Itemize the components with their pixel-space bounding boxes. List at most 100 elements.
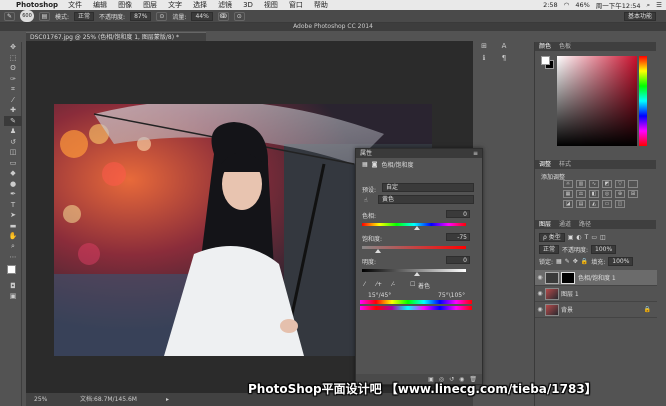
exposure-icon[interactable]: ◩: [602, 180, 612, 188]
mode-select[interactable]: 正常: [74, 11, 95, 21]
hue-knob[interactable]: [414, 226, 420, 230]
brush-presets-icon[interactable]: ℹ: [479, 54, 489, 63]
gradient-map-icon[interactable]: ▭: [602, 200, 612, 208]
saturation-knob[interactable]: [375, 249, 381, 253]
menu-edit[interactable]: 编辑: [93, 0, 107, 10]
quick-mask-icon[interactable]: ◘: [4, 281, 22, 292]
visibility-eye-icon[interactable]: ◉: [535, 306, 545, 313]
history-icon[interactable]: ⊞: [479, 42, 489, 51]
selective-color-icon[interactable]: ◫: [615, 200, 625, 208]
path-select-tool-icon[interactable]: ➤: [4, 210, 22, 221]
posterize-icon[interactable]: ▤: [576, 200, 586, 208]
menu-window[interactable]: 窗口: [289, 0, 303, 10]
tab-swatches[interactable]: 色板: [559, 42, 571, 51]
screen-mode-icon[interactable]: ▣: [4, 291, 22, 302]
visibility-eye-icon[interactable]: ◉: [535, 274, 545, 281]
lightness-knob[interactable]: [414, 272, 420, 276]
paragraph-icon[interactable]: ¶: [499, 54, 509, 63]
tab-channels[interactable]: 通道: [559, 220, 571, 229]
bw-icon[interactable]: ◧: [589, 190, 599, 198]
saturation-field[interactable]: -75: [446, 233, 470, 241]
layer-opacity-field[interactable]: 100%: [591, 244, 617, 254]
menu-type[interactable]: 文字: [168, 0, 182, 10]
blur-tool-icon[interactable]: ◆: [4, 168, 22, 179]
tab-color[interactable]: 颜色: [539, 42, 551, 51]
brightness-icon[interactable]: ☼: [563, 180, 573, 188]
lightness-field[interactable]: 0: [446, 256, 470, 264]
properties-header[interactable]: 属性 ≡: [356, 149, 482, 158]
document-tab[interactable]: DSC01767.jpg @ 25% (色相/饱和度 1, 图层蒙版/8) *: [26, 32, 206, 41]
hand-tool-icon[interactable]: ✋: [4, 231, 22, 242]
tab-adjustments[interactable]: 调整: [539, 160, 551, 169]
menu-help[interactable]: 帮助: [314, 0, 328, 10]
color-swatches[interactable]: [4, 263, 21, 281]
opacity-field[interactable]: 87%: [130, 11, 152, 21]
lock-pixels-icon[interactable]: ✎: [565, 258, 570, 265]
history-brush-icon[interactable]: ↺: [4, 137, 22, 148]
vibrance-icon[interactable]: ▽: [615, 180, 625, 188]
invert-icon[interactable]: ◪: [563, 200, 573, 208]
color-fg-swatch[interactable]: [541, 56, 550, 65]
pressure-opacity-icon[interactable]: ⊙: [156, 11, 168, 21]
threshold-icon[interactable]: ◭: [589, 200, 599, 208]
hue-slider[interactable]: [639, 56, 647, 146]
curves-icon[interactable]: ∿: [589, 180, 599, 188]
filter-adjust-icon[interactable]: ◐: [576, 234, 581, 241]
search-icon[interactable]: ⌕: [647, 1, 651, 10]
stamp-tool-icon[interactable]: ♟: [4, 126, 22, 137]
clock[interactable]: 周一下午12:54: [596, 0, 641, 10]
color-picker-field[interactable]: [557, 56, 637, 146]
levels-icon[interactable]: ▥: [576, 180, 586, 188]
status-arrow-icon[interactable]: ▸: [166, 393, 169, 406]
eraser-tool-icon[interactable]: ◫: [4, 147, 22, 158]
layer-row[interactable]: ◉ 色相/饱和度 1: [535, 270, 657, 286]
flow-field[interactable]: 44%: [191, 11, 213, 21]
tab-styles[interactable]: 样式: [559, 160, 571, 169]
move-tool-icon[interactable]: ✥: [4, 42, 22, 53]
type-tool-icon[interactable]: T: [4, 200, 22, 211]
filter-type-icon[interactable]: T: [585, 234, 589, 241]
brush-tool-icon[interactable]: ✎: [4, 115, 22, 126]
visibility-eye-icon[interactable]: ◉: [535, 290, 545, 297]
brush-size-preset[interactable]: 600: [20, 10, 34, 22]
gradient-tool-icon[interactable]: ▭: [4, 158, 22, 169]
tab-layers[interactable]: 图层: [539, 220, 551, 229]
channel-mixer-icon[interactable]: ⊕: [615, 190, 625, 198]
pressure-size-icon[interactable]: ⊙: [233, 11, 245, 21]
marquee-tool-icon[interactable]: ⬚: [4, 53, 22, 64]
pen-tool-icon[interactable]: ✒: [4, 189, 22, 200]
tab-paths[interactable]: 路径: [579, 220, 591, 229]
lookup-icon[interactable]: ⊞: [628, 190, 638, 198]
panel-menu-icon[interactable]: ≡: [473, 149, 478, 158]
quick-select-tool-icon[interactable]: ✑: [4, 74, 22, 85]
menu-layer[interactable]: 图层: [143, 0, 157, 10]
blend-mode-select[interactable]: 正常: [539, 244, 560, 254]
foreground-color[interactable]: [7, 264, 16, 274]
more-tools-icon[interactable]: ⋯: [4, 252, 22, 263]
lock-all-icon[interactable]: 🔒: [581, 258, 588, 265]
healing-tool-icon[interactable]: ✚: [4, 105, 22, 116]
layer-row[interactable]: ◉ 图层 1: [535, 286, 657, 302]
shape-tool-icon[interactable]: ▬: [4, 221, 22, 232]
zoom-level[interactable]: 25%: [34, 393, 47, 406]
lasso-tool-icon[interactable]: ʘ: [4, 63, 22, 74]
lock-transparent-icon[interactable]: ▦: [556, 258, 562, 265]
menu-image[interactable]: 图像: [118, 0, 132, 10]
layer-row[interactable]: ◉ 背景 🔒: [535, 302, 657, 318]
mask-small-icon[interactable]: ◙: [372, 161, 378, 168]
eyedropper-tool-icon[interactable]: ⁄: [4, 95, 22, 106]
brush-panel-icon[interactable]: ▤: [39, 11, 50, 21]
workspace-select[interactable]: 基本功能: [623, 12, 656, 21]
channel-select[interactable]: 黄色: [378, 195, 474, 204]
menu-3d[interactable]: 3D: [243, 1, 253, 9]
input-color-bar[interactable]: [360, 300, 472, 304]
menu-filter[interactable]: 滤镜: [218, 0, 232, 10]
color-balance-icon[interactable]: ⚖: [576, 190, 586, 198]
crop-tool-icon[interactable]: ⌗: [4, 84, 22, 95]
menu-select[interactable]: 选择: [193, 0, 207, 10]
output-color-bar[interactable]: [360, 306, 472, 310]
menu-file[interactable]: 文件: [68, 0, 82, 10]
battery-level[interactable]: 46%: [575, 1, 589, 9]
wifi-icon[interactable]: ◠: [564, 1, 570, 9]
menu-view[interactable]: 视图: [264, 0, 278, 10]
